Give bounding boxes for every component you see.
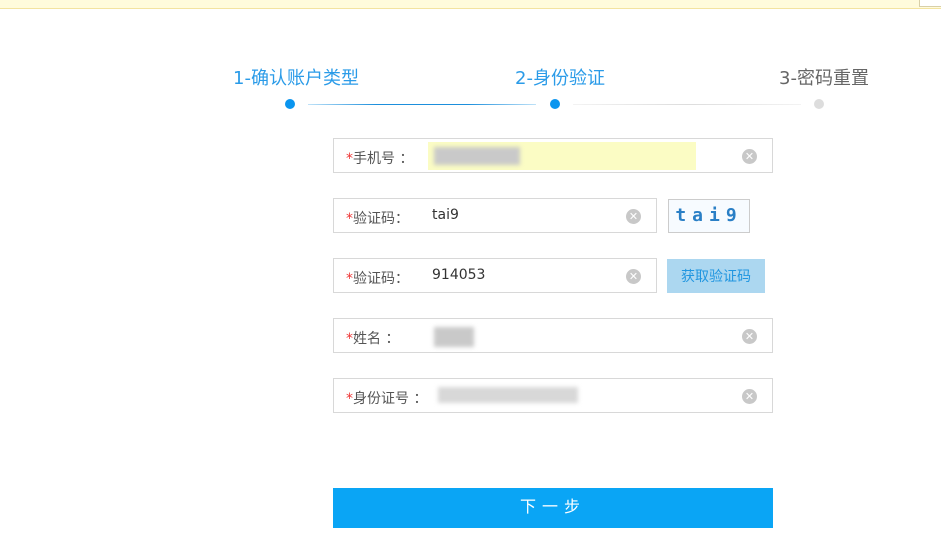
required-mark: * [346,211,353,227]
redacted-phone [434,147,520,165]
name-field[interactable]: *姓名 ： ✕ [333,318,773,353]
step-3-label: 3-密码重置 [779,68,869,89]
sms-code-label: 验证码： [353,271,409,287]
required-mark: * [346,331,353,347]
step-connector-1 [308,104,536,105]
clear-icon[interactable]: ✕ [742,149,757,164]
step-1-label: 1-确认账户类型 [233,68,359,89]
phone-label: 手机号 ： [353,151,414,167]
step-connector-2 [573,104,801,105]
name-label: 姓名 ： [353,331,400,347]
clear-icon[interactable]: ✕ [742,329,757,344]
get-code-button[interactable]: 获取验证码 [667,259,765,293]
step-2-label: 2-身份验证 [515,68,605,89]
sms-code-field[interactable]: *验证码： 914053 ✕ [333,258,657,293]
phone-field[interactable]: *手机号 ： ✕ [333,138,773,173]
captcha-image[interactable]: tai9 [668,199,750,233]
clear-icon[interactable]: ✕ [626,269,641,284]
next-step-button[interactable]: 下一步 [333,488,773,528]
step-2-dot [550,99,560,109]
captcha-label: 验证码： [353,211,409,227]
clear-icon[interactable]: ✕ [626,209,641,224]
required-mark: * [346,271,353,287]
required-mark: * [346,151,353,167]
captcha-input[interactable]: tai9 [432,207,459,223]
redacted-name [434,327,474,347]
notification-bar [0,0,941,9]
step-1-dot [285,99,295,109]
captcha-field[interactable]: *验证码： tai9 ✕ [333,198,657,233]
clear-icon[interactable]: ✕ [742,389,757,404]
sms-code-input[interactable]: 914053 [432,267,485,283]
id-number-label: 身份证号 ： [353,391,428,407]
step-3-dot [814,99,824,109]
id-number-field[interactable]: *身份证号 ： ✕ [333,378,773,413]
redacted-id-number [438,387,578,403]
close-notification-button[interactable] [919,0,941,7]
required-mark: * [346,391,353,407]
